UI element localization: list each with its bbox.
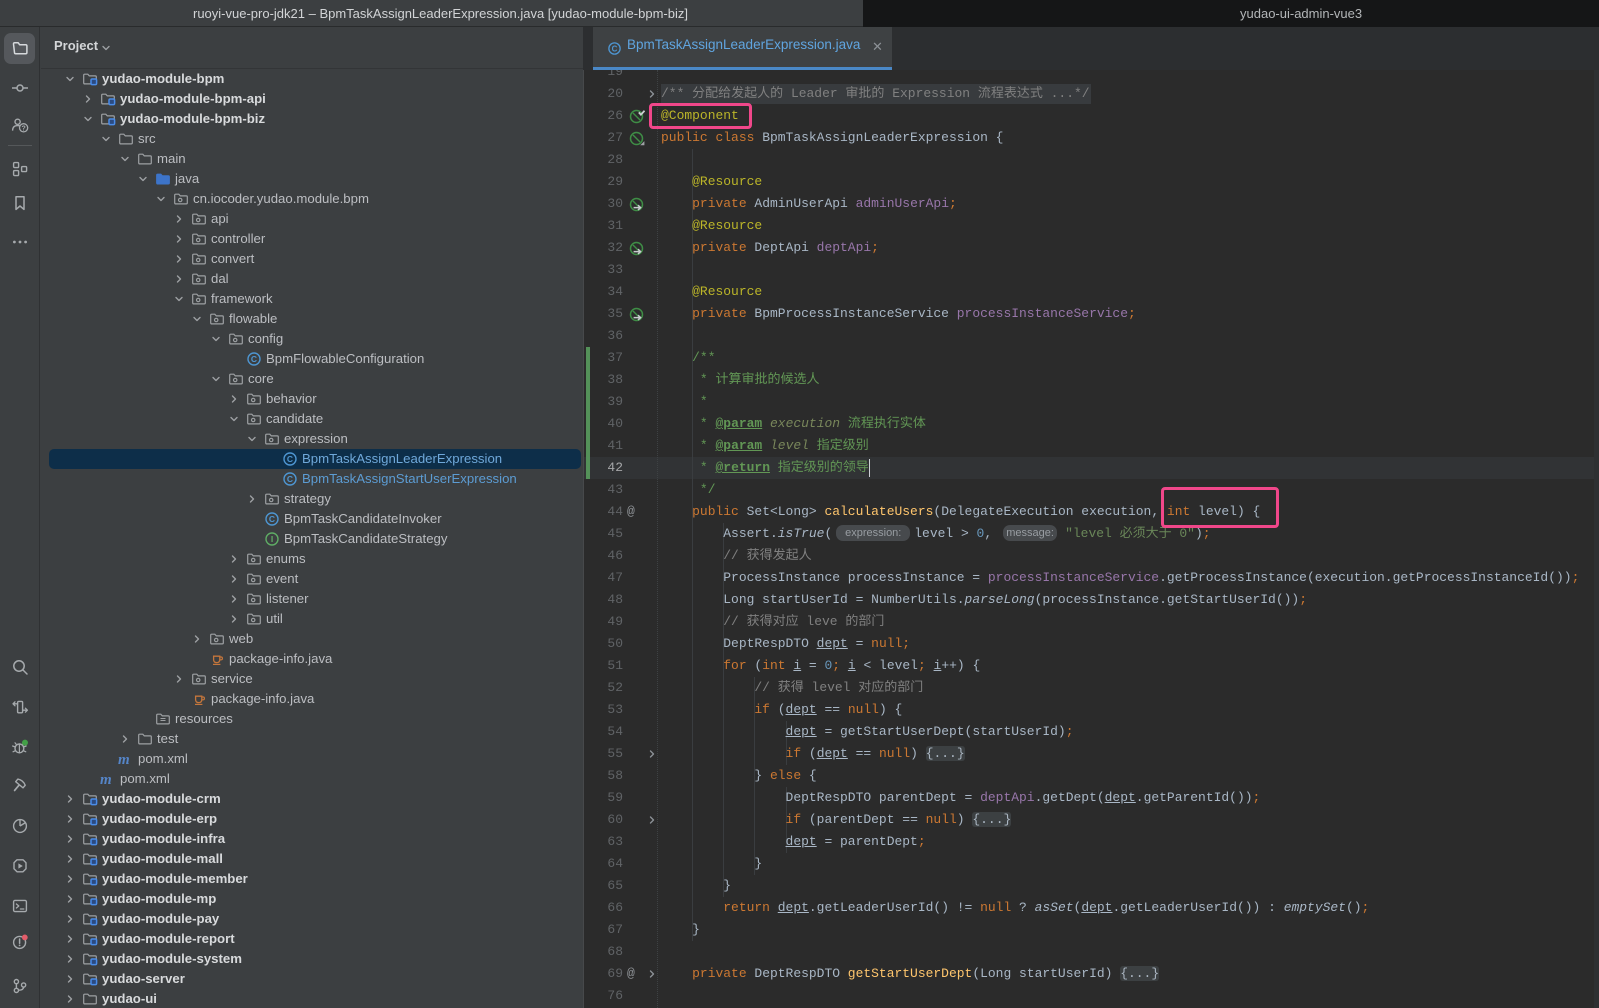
svg-text:C: C bbox=[287, 454, 293, 464]
svg-text:m: m bbox=[100, 772, 112, 787]
svg-text:C: C bbox=[287, 474, 293, 484]
svg-text:C: C bbox=[269, 514, 275, 524]
svg-text:C: C bbox=[612, 44, 618, 53]
svg-text:m: m bbox=[118, 752, 130, 767]
svg-text:C: C bbox=[251, 354, 257, 364]
svg-text:?: ? bbox=[21, 125, 25, 132]
svg-text:I: I bbox=[271, 534, 273, 544]
